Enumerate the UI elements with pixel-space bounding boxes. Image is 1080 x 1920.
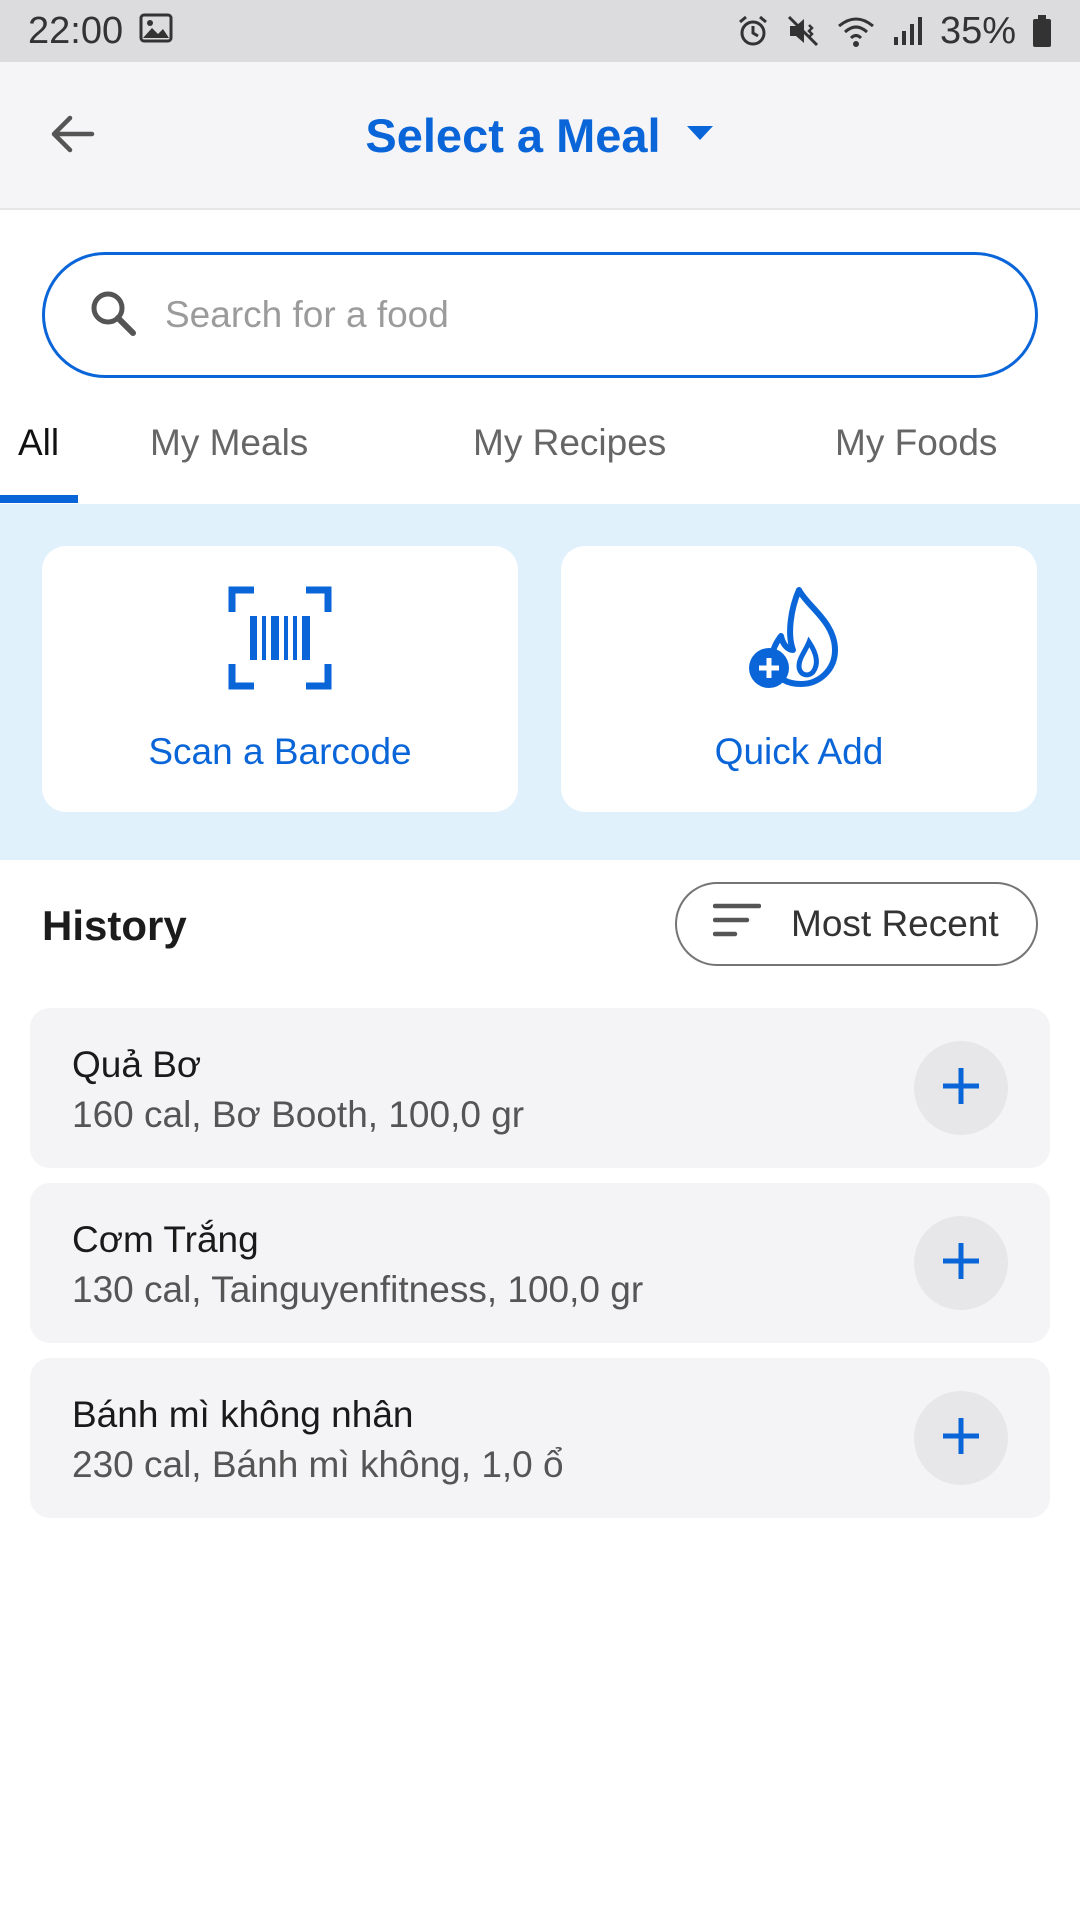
- scan-barcode-button[interactable]: Scan a Barcode: [42, 546, 518, 812]
- list-item[interactable]: Quả Bơ 160 cal, Bơ Booth, 100,0 gr: [30, 1008, 1050, 1168]
- mute-icon: [786, 14, 820, 48]
- quick-add-button[interactable]: Quick Add: [561, 546, 1037, 812]
- barcode-scan-icon: [228, 586, 332, 695]
- active-tab-indicator: [0, 495, 78, 503]
- add-food-button[interactable]: [914, 1216, 1008, 1310]
- status-left: 22:00: [28, 10, 173, 53]
- plus-icon: [940, 1415, 982, 1462]
- arrow-left-icon: [48, 114, 96, 159]
- plus-icon: [940, 1065, 982, 1112]
- meal-selector[interactable]: Select a Meal: [365, 108, 714, 163]
- battery-icon: [1032, 14, 1052, 48]
- food-name: Bánh mì không nhân: [72, 1394, 414, 1435]
- tab-all[interactable]: All: [18, 422, 59, 464]
- sort-button[interactable]: Most Recent: [675, 882, 1038, 966]
- gallery-icon: [139, 10, 173, 53]
- alarm-icon: [736, 14, 770, 48]
- page-title: Select a Meal: [365, 108, 661, 162]
- food-details: 130 cal, Tainguyenfitness, 100,0 gr: [72, 1269, 644, 1310]
- sort-lines-icon: [712, 902, 762, 947]
- search-bar[interactable]: [42, 252, 1038, 378]
- history-header: History Most Recent: [0, 880, 1080, 970]
- filter-tabs: All My Meals My Recipes My Foods: [0, 400, 1080, 504]
- history-list: Quả Bơ 160 cal, Bơ Booth, 100,0 gr Cơm T…: [30, 1008, 1050, 1533]
- wifi-icon: [836, 14, 876, 48]
- food-details: 160 cal, Bơ Booth, 100,0 gr: [72, 1094, 525, 1135]
- food-name: Quả Bơ: [72, 1044, 202, 1085]
- status-right: 35%: [736, 10, 1052, 53]
- food-name: Cơm Trắng: [72, 1219, 259, 1260]
- tab-my-foods[interactable]: My Foods: [835, 422, 997, 464]
- history-title: History: [42, 902, 187, 949]
- food-details: 230 cal, Bánh mì không, 1,0 ổ: [72, 1444, 564, 1485]
- add-food-button[interactable]: [914, 1041, 1008, 1135]
- caret-down-icon: [685, 124, 715, 147]
- status-time: 22:00: [28, 9, 124, 52]
- signal-icon: [892, 15, 924, 47]
- list-item[interactable]: Bánh mì không nhân 230 cal, Bánh mì khôn…: [30, 1358, 1050, 1518]
- back-button[interactable]: [44, 108, 100, 164]
- status-bar: 22:00 35%: [0, 0, 1080, 62]
- quick-actions-panel: Scan a Barcode Quick Add: [0, 504, 1080, 860]
- scan-barcode-label: Scan a Barcode: [148, 730, 412, 772]
- search-icon: [89, 289, 137, 342]
- list-item[interactable]: Cơm Trắng 130 cal, Tainguyenfitness, 100…: [30, 1183, 1050, 1343]
- tab-my-meals[interactable]: My Meals: [150, 422, 308, 464]
- search-input[interactable]: [165, 294, 945, 336]
- add-food-button[interactable]: [914, 1391, 1008, 1485]
- tab-my-recipes[interactable]: My Recipes: [473, 422, 666, 464]
- app-bar: Select a Meal: [0, 62, 1080, 210]
- sort-label: Most Recent: [791, 903, 999, 944]
- flame-plus-icon: [747, 586, 851, 695]
- battery-percent: 35%: [939, 9, 1016, 52]
- quick-add-label: Quick Add: [714, 730, 884, 772]
- plus-icon: [940, 1240, 982, 1287]
